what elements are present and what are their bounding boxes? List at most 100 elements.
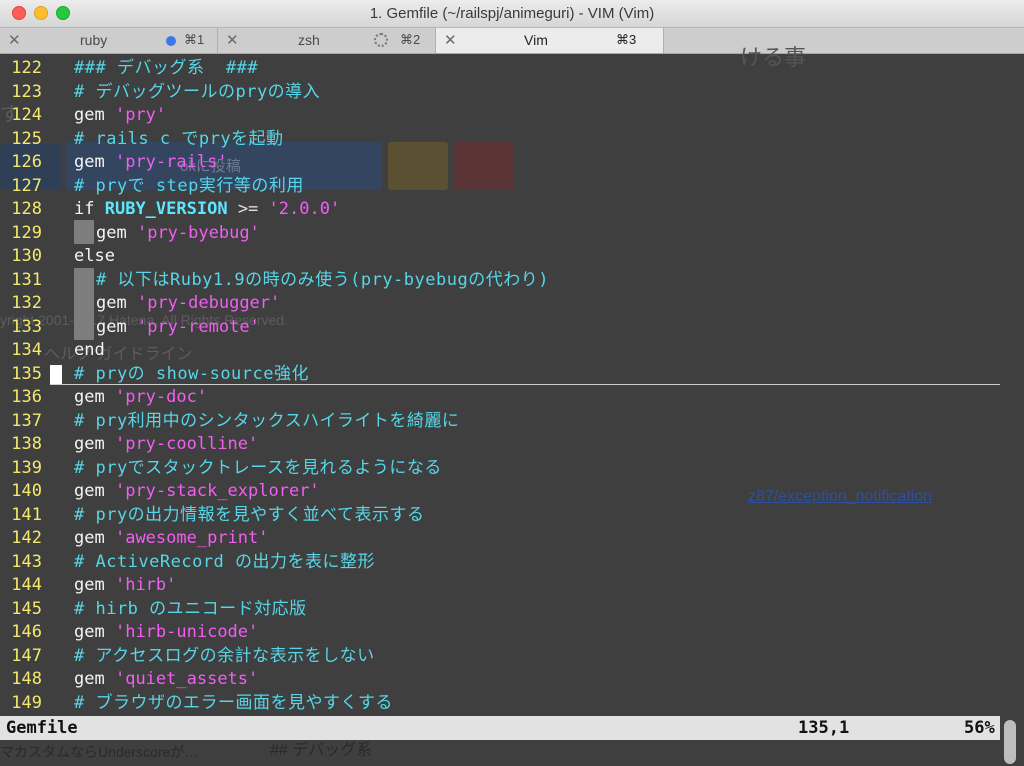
code-comment: # pryで step実行等の利用 (74, 175, 304, 196)
cursor-line-underline (50, 384, 1000, 385)
title-bar: 1. Gemfile (~/railspj/animeguri) - VIM (… (0, 0, 1024, 28)
status-scroll-percent: 56% (964, 718, 995, 738)
code-string: 'hirb-unicode' (114, 622, 259, 642)
code-content: gem 'pry-debugger' (96, 292, 280, 316)
tab-shortcut: ⌘2 (400, 32, 421, 47)
code-keyword: gem (74, 152, 105, 172)
code-keyword: gem (96, 293, 127, 313)
code-content: # ブラウザのエラー画面を見やすくする (74, 692, 393, 716)
code-line: 133 gem 'pry-remote' (0, 316, 1000, 340)
code-content: gem 'pry' (74, 104, 166, 128)
status-cursor-position: 135,1 (798, 718, 850, 738)
code-line: 143 # ActiveRecord の出力を表に整形 (0, 551, 1000, 575)
code-line: 130 else (0, 245, 1000, 269)
spinner-icon (374, 33, 388, 47)
code-line: 123 # デバッグツールのpryの導入 (0, 81, 1000, 105)
code-line: 140 gem 'pry-stack_explorer' (0, 480, 1000, 504)
line-number: 149 (11, 692, 42, 713)
line-number: 126 (11, 152, 42, 172)
line-number: 146 (11, 622, 42, 642)
indent-highlight (74, 220, 94, 244)
close-tab-icon[interactable]: ✕ (8, 31, 21, 49)
tab-shortcut: ⌘1 (184, 32, 205, 47)
line-number: 138 (11, 434, 42, 454)
line-number: 131 (11, 269, 42, 290)
ghost-bottom-left: マカスタムならUnderscoreが… (0, 744, 199, 760)
code-line: 148 gem 'quiet_assets' (0, 668, 1000, 692)
line-number: 127 (11, 175, 42, 196)
code-content: gem 'hirb-unicode' (74, 621, 258, 645)
scrollbar-thumb[interactable] (1004, 720, 1016, 764)
code-keyword: if (74, 199, 95, 219)
code-line: 129 gem 'pry-byebug' (0, 222, 1000, 246)
line-number: 123 (11, 81, 42, 102)
code-content: # pryの show-source強化 (74, 363, 309, 387)
code-line: 122 ### デバッグ系 ### (0, 57, 1000, 81)
code-line: 145 # hirb のユニコード対応版 (0, 598, 1000, 622)
vim-status-line: Gemfile 135,1 56% (0, 716, 1000, 740)
code-keyword: gem (74, 575, 105, 595)
code-string: 'pry-stack_explorer' (114, 481, 320, 501)
line-number: 129 (11, 222, 42, 243)
code-line: 124 gem 'pry' (0, 104, 1000, 128)
line-number: 145 (11, 598, 42, 619)
code-comment: # アクセスログの余計な表示をしない (74, 645, 375, 666)
vim-editor[interactable]: 122 ### デバッグ系 ### 123 # デバッグツールのpryの導入 124 ge… (0, 55, 1000, 715)
code-line: 146 gem 'hirb-unicode' (0, 621, 1000, 645)
code-string: 'awesome_print' (114, 528, 269, 548)
code-line: 149 # ブラウザのエラー画面を見やすくする (0, 692, 1000, 716)
code-content: # pry利用中のシンタックスハイライトを綺麗に (74, 410, 459, 434)
line-number: 122 (11, 58, 42, 78)
code-keyword: gem (96, 316, 127, 337)
code-line: 137 # pry利用中のシンタックスハイライトを綺麗に (0, 410, 1000, 434)
line-number: 142 (11, 528, 42, 548)
line-number: 130 (11, 246, 42, 266)
tab-label: ruby (80, 32, 108, 48)
code-line: 125 # rails c でpryを起動 (0, 128, 1000, 152)
tab-ruby[interactable]: ✕ ruby ⌘1 (0, 28, 218, 53)
line-number: 143 (11, 551, 42, 572)
code-content: # pryで step実行等の利用 (74, 175, 304, 199)
code-content: if RUBY_VERSION >= '2.0.0' (74, 198, 340, 222)
close-tab-icon[interactable]: ✕ (226, 31, 239, 49)
code-line: 128 if RUBY_VERSION >= '2.0.0' (0, 198, 1000, 222)
code-content: gem 'pry-rails' (74, 151, 228, 175)
code-content: # デバッグツールのpryの導入 (74, 81, 320, 105)
code-line: 134 end (0, 339, 1000, 363)
close-tab-icon[interactable]: ✕ (444, 31, 457, 49)
code-string: '2.0.0' (268, 199, 341, 219)
code-content: else (74, 245, 115, 269)
code-content: gem 'pry-stack_explorer' (74, 480, 320, 504)
code-content: end (74, 339, 105, 363)
line-number: 140 (11, 481, 42, 501)
code-string: 'hirb' (114, 575, 177, 595)
tab-vim[interactable]: ✕ Vim ⌘3 (436, 28, 664, 53)
code-line: 147 # アクセスログの余計な表示をしない (0, 645, 1000, 669)
line-number: 139 (11, 457, 42, 478)
line-number: 137 (11, 410, 42, 431)
code-comment: # pryの show-source強化 (74, 363, 309, 384)
indent-highlight (74, 268, 94, 340)
code-line: 127 # pryで step実行等の利用 (0, 175, 1000, 199)
code-line: 138 gem 'pry-coolline' (0, 433, 1000, 457)
line-number: 144 (11, 575, 42, 595)
code-content: gem 'hirb' (74, 574, 176, 598)
code-comment: # pry利用中のシンタックスハイライトを綺麗に (74, 410, 460, 431)
code-comment: ### デバッグ系 ### (74, 58, 259, 78)
tab-zsh[interactable]: ✕ zsh ⌘2 (218, 28, 436, 53)
line-number: 134 (11, 340, 42, 360)
code-line: 141 # pryの出力情報を見やすく並べて表示する (0, 504, 1000, 528)
code-line: 139 # pryでスタックトレースを見れるようになる (0, 457, 1000, 481)
code-string: 'pry-rails' (114, 152, 228, 172)
code-content: gem 'pry-byebug' (96, 222, 260, 246)
code-content: # ActiveRecord の出力を表に整形 (74, 551, 375, 575)
code-string: 'pry-byebug' (136, 222, 260, 243)
code-string: 'pry' (114, 105, 167, 125)
code-keyword: gem (74, 481, 105, 501)
line-number: 128 (11, 199, 42, 219)
code-line: 144 gem 'hirb' (0, 574, 1000, 598)
code-content: gem 'awesome_print' (74, 527, 269, 551)
line-number: 132 (11, 293, 42, 313)
code-string: 'pry-coolline' (114, 434, 259, 454)
status-filename: Gemfile (6, 718, 78, 738)
